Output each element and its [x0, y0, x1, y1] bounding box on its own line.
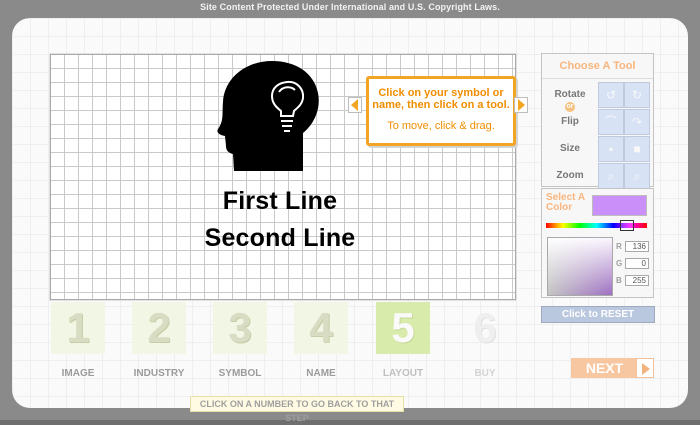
step-3-label: SYMBOL [218, 368, 262, 379]
green-value[interactable]: 0 [625, 258, 649, 269]
step-5-label: LAYOUT [382, 368, 424, 379]
step-5-number: 5 [391, 304, 415, 351]
rotate-right-button[interactable]: ↻ [624, 82, 650, 108]
rotate-right-icon: ↻ [631, 88, 643, 102]
zoom-out-button[interactable]: ⌕ [624, 163, 650, 189]
step-back-instruction: CLICK ON A NUMBER TO GO BACK TO THAT STE… [190, 396, 404, 423]
step-2-number: 2 [147, 304, 171, 351]
flip-vertical-button[interactable]: ↷ [624, 109, 650, 135]
step-1-number: 1 [66, 304, 90, 351]
name-line-1[interactable]: First Line [178, 187, 382, 216]
red-value[interactable]: 136 [625, 241, 649, 252]
step-4-label: NAME [306, 368, 336, 379]
name-line-2[interactable]: Second Line [178, 224, 382, 253]
blue-value-row: B 255 [616, 275, 649, 286]
size-label: Size [559, 143, 580, 154]
head-with-lightbulb-icon[interactable] [214, 59, 322, 179]
blue-label: B [616, 276, 622, 285]
flip-label: Flip [561, 116, 579, 127]
step-6-label: BUY [474, 368, 496, 379]
step-5-button[interactable]: 5 [376, 302, 430, 354]
large-square-icon: ■ [633, 142, 641, 156]
step-1-button[interactable]: 1 [51, 302, 105, 354]
zoom-label: Zoom [556, 170, 584, 181]
green-value-row: G 0 [616, 258, 649, 269]
spectrum-handle[interactable] [620, 220, 634, 231]
red-value-row: R 136 [616, 241, 649, 252]
green-label: G [616, 259, 623, 268]
size-up-button[interactable]: ■ [624, 136, 650, 162]
zoom-in-button[interactable]: ⌕ [598, 163, 624, 189]
select-color-label: Select A Color [546, 192, 585, 213]
tooltip-primary-text: Click on your symbol or name, then click… [372, 87, 510, 111]
zoom-out-icon: ⌕ [633, 169, 641, 183]
step-6-number: 6 [473, 304, 497, 351]
red-label: R [616, 242, 622, 251]
flip-horizontal-button[interactable]: ⌒ [598, 109, 624, 135]
step-1-label: IMAGE [61, 368, 95, 379]
tool-panel-title: Choose A Tool [542, 54, 653, 79]
next-button[interactable]: NEXT [571, 358, 638, 378]
step-3-button[interactable]: 3 [213, 302, 267, 354]
step-3-number: 3 [228, 304, 252, 351]
instruction-tooltip: Click on your symbol or name, then click… [366, 76, 516, 146]
small-square-icon: ▪ [608, 142, 614, 156]
tool-panel: Choose A Tool Rotate or Flip Size Zoom ↺… [541, 53, 654, 189]
rotate-label: Rotate [554, 89, 586, 100]
flip-vertical-icon: ↷ [631, 115, 643, 129]
step-2-label: INDUSTRY [133, 368, 185, 379]
app-frame: Site Content Protected Under Internation… [0, 0, 700, 423]
copyright-notice: Site Content Protected Under Internation… [200, 2, 500, 12]
step-2-button[interactable]: 2 [132, 302, 186, 354]
flip-horizontal-icon: ⌒ [604, 115, 617, 129]
rotate-left-icon: ↺ [605, 88, 617, 102]
step-4-button[interactable]: 4 [294, 302, 348, 354]
next-arrow-icon[interactable] [636, 358, 654, 378]
tooltip-secondary-text: To move, click & drag. [387, 120, 495, 132]
step-4-number: 4 [309, 304, 333, 351]
reset-button[interactable]: Click to RESET [541, 306, 655, 323]
step-6-button: 6 [458, 302, 512, 354]
zoom-in-icon: ⌕ [607, 169, 615, 183]
or-badge: or [565, 102, 575, 112]
blue-value[interactable]: 255 [625, 275, 649, 286]
instruction-right-arrow-icon [514, 97, 528, 113]
selected-color-swatch [592, 195, 647, 216]
color-picker-square[interactable] [547, 237, 613, 296]
rotate-left-button[interactable]: ↺ [598, 82, 624, 108]
size-down-button[interactable]: ▪ [598, 136, 624, 162]
instruction-left-arrow-icon [348, 97, 362, 113]
color-panel: Select A Color R 136 G 0 B 255 [541, 188, 654, 298]
